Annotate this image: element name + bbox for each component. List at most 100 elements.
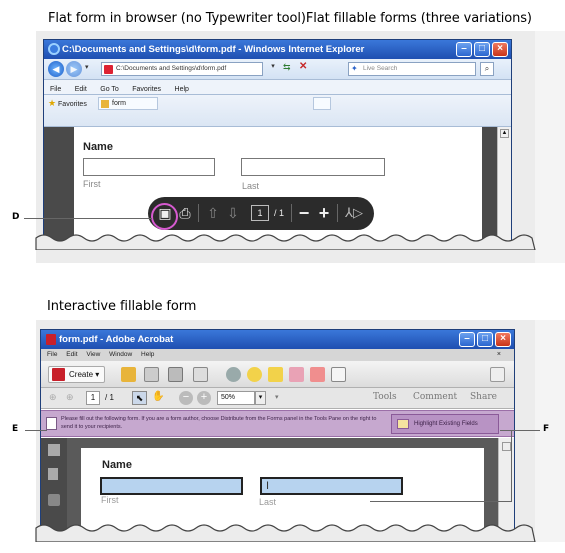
acrobat-menu-bar: File Edit View Window Help × bbox=[41, 349, 514, 361]
acrobat-main-toolbar: Create ▾ bbox=[41, 361, 514, 388]
menu-goto[interactable]: Go To bbox=[100, 86, 119, 93]
prev-page-icon[interactable]: ⊕ bbox=[49, 392, 57, 403]
acrobat-window: form.pdf - Adobe Acrobat – □ × File Edit… bbox=[40, 329, 515, 534]
menu-help[interactable]: Help bbox=[141, 351, 154, 358]
menu-help[interactable]: Help bbox=[175, 86, 189, 93]
more-tools-icon[interactable]: ▾ bbox=[275, 391, 279, 405]
highlight-icon[interactable] bbox=[289, 367, 304, 382]
tab-share[interactable]: Share bbox=[470, 392, 497, 402]
page-thumbnails-icon[interactable] bbox=[48, 444, 60, 456]
zoom-input[interactable]: 50% bbox=[217, 391, 255, 405]
ie-favorites-bar: ★ Favorites form bbox=[44, 95, 511, 127]
menu-edit[interactable]: Edit bbox=[66, 351, 77, 358]
acrobat-logo-icon[interactable]: ⅄▷ bbox=[343, 204, 365, 222]
ie-address-bar: ◀ ▶ ▾ C:\Documents and Settings\d\form.p… bbox=[44, 59, 511, 80]
prev-page-icon[interactable]: ⇧ bbox=[206, 204, 220, 222]
last-name-field[interactable]: I bbox=[260, 477, 403, 495]
first-name-field[interactable] bbox=[83, 158, 215, 176]
tab-tools[interactable]: Tools bbox=[373, 392, 397, 402]
scroll-up-icon[interactable]: ▲ bbox=[500, 129, 509, 138]
maximize-button[interactable]: □ bbox=[477, 332, 493, 347]
share-document-icon[interactable] bbox=[310, 367, 325, 382]
close-button[interactable]: × bbox=[492, 42, 508, 57]
live-search-icon: ✦ bbox=[351, 64, 358, 73]
close-document-icon[interactable]: × bbox=[497, 349, 501, 361]
sticky-note-icon[interactable] bbox=[268, 367, 283, 382]
refresh-icon[interactable]: ⇆ bbox=[283, 62, 291, 73]
highlight-fields-label: Highlight Existing Fields bbox=[414, 421, 478, 427]
zoom-in-icon[interactable]: + bbox=[316, 204, 332, 222]
menu-edit[interactable]: Edit bbox=[75, 86, 87, 93]
menu-file[interactable]: File bbox=[50, 86, 61, 93]
open-folder-icon[interactable] bbox=[121, 367, 136, 382]
callout-f: F bbox=[543, 424, 550, 434]
bottom-heading: Interactive fillable form bbox=[47, 299, 197, 314]
minimize-button[interactable]: – bbox=[456, 42, 472, 57]
search-placeholder: Live Search bbox=[363, 65, 398, 72]
print-icon[interactable]: ⎙ bbox=[178, 204, 192, 222]
zoom-dropdown-icon[interactable]: ▾ bbox=[255, 391, 266, 405]
form-notice-text: Please fill out the following form. If y… bbox=[61, 416, 377, 430]
acrobat-app-icon bbox=[46, 334, 56, 345]
history-dropdown-icon[interactable]: ▾ bbox=[85, 63, 89, 71]
print-icon[interactable] bbox=[168, 367, 183, 382]
attachments-icon[interactable] bbox=[48, 494, 60, 506]
acrobat-title-text: form.pdf - Adobe Acrobat bbox=[59, 334, 174, 345]
tab-comment[interactable]: Comment bbox=[413, 392, 457, 402]
pdf-file-icon bbox=[104, 65, 113, 74]
tab-form[interactable]: form bbox=[98, 97, 158, 110]
page-total: / 1 bbox=[105, 393, 114, 402]
favorites-button[interactable]: ★ Favorites bbox=[48, 97, 87, 110]
close-button[interactable]: × bbox=[495, 332, 511, 347]
search-go-icon[interactable]: ⌕ bbox=[480, 62, 494, 76]
create-button[interactable]: Create ▾ bbox=[48, 366, 106, 383]
next-page-icon[interactable]: ⊕ bbox=[66, 392, 74, 403]
maximize-button[interactable]: □ bbox=[474, 42, 490, 57]
highlight-fields-button[interactable]: Highlight Existing Fields bbox=[391, 414, 499, 434]
create-label: Create bbox=[69, 370, 94, 379]
bookmarks-icon[interactable] bbox=[48, 468, 58, 480]
page-tab-icon bbox=[101, 100, 109, 108]
settings-icon[interactable] bbox=[226, 367, 241, 382]
first-name-field[interactable] bbox=[100, 477, 243, 495]
select-tool-icon[interactable]: ⬉ bbox=[132, 391, 147, 405]
zoom-out-icon[interactable]: − bbox=[296, 204, 312, 222]
stop-icon[interactable]: ✕ bbox=[299, 61, 307, 72]
torn-edge-bottom bbox=[35, 524, 536, 542]
document-icon[interactable] bbox=[331, 367, 346, 382]
expand-icon[interactable] bbox=[490, 367, 505, 382]
last-name-field[interactable] bbox=[241, 158, 385, 176]
name-label: Name bbox=[83, 141, 113, 153]
address-dropdown-icon[interactable]: ▾ bbox=[267, 62, 279, 76]
back-icon[interactable]: ◀ bbox=[48, 61, 64, 77]
new-tab-button[interactable] bbox=[313, 97, 331, 110]
minimize-button[interactable]: – bbox=[459, 332, 475, 347]
menu-window[interactable]: Window bbox=[109, 351, 132, 358]
comment-icon[interactable] bbox=[247, 367, 262, 382]
email-icon[interactable] bbox=[193, 367, 208, 382]
menu-favorites[interactable]: Favorites bbox=[132, 86, 161, 93]
pdf-floating-toolbar: ▣ ⎙ ⇧ ⇩ 1 / 1 − + ⅄▷ bbox=[148, 197, 374, 230]
hand-tool-icon[interactable]: ✋ bbox=[151, 391, 166, 405]
scroll-up-icon[interactable] bbox=[502, 442, 511, 451]
callout-f-field-line bbox=[370, 501, 512, 502]
callout-e: E bbox=[12, 424, 19, 434]
page-number-input[interactable]: 1 bbox=[86, 391, 100, 405]
ie-logo-icon bbox=[48, 43, 60, 55]
zoom-out-icon[interactable]: − bbox=[179, 391, 193, 405]
callout-f-line bbox=[500, 430, 540, 431]
callout-e-line bbox=[25, 430, 47, 431]
next-page-icon[interactable]: ⇩ bbox=[226, 204, 240, 222]
bottom-right-strip bbox=[535, 320, 565, 542]
menu-file[interactable]: File bbox=[47, 351, 57, 358]
save-highlight-circle bbox=[151, 203, 178, 230]
tab-form-label: form bbox=[112, 100, 126, 107]
page-number-input[interactable]: 1 bbox=[251, 205, 269, 221]
address-input[interactable]: C:\Documents and Settings\d\form.pdf bbox=[101, 62, 263, 76]
form-notice-bar: Please fill out the following form. If y… bbox=[41, 410, 514, 437]
zoom-in-icon[interactable]: + bbox=[197, 391, 211, 405]
menu-view[interactable]: View bbox=[86, 351, 100, 358]
forward-icon[interactable]: ▶ bbox=[66, 61, 82, 77]
search-input[interactable]: ✦ Live Search bbox=[348, 62, 476, 76]
save-icon[interactable] bbox=[144, 367, 159, 382]
